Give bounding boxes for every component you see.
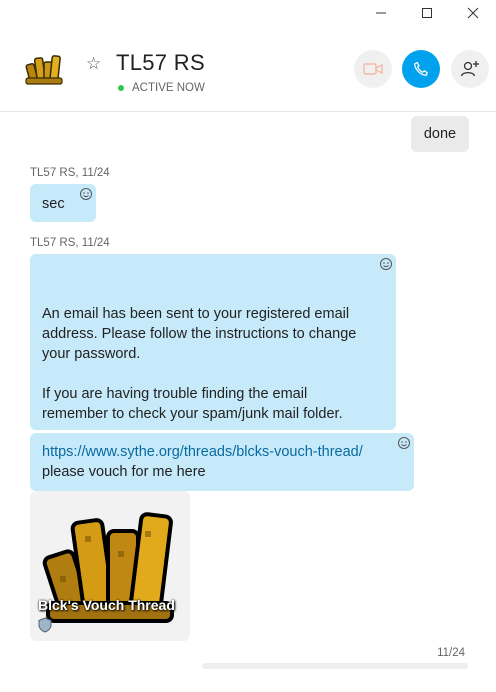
message-line: your password. bbox=[42, 346, 141, 362]
emoji-reaction-icon[interactable] bbox=[79, 187, 93, 201]
contact-status: ACTIVE NOW bbox=[118, 82, 205, 94]
message-text: please vouch for me here bbox=[42, 464, 206, 480]
video-call-button[interactable] bbox=[354, 50, 392, 88]
maximize-button[interactable] bbox=[404, 0, 450, 26]
conversation-header: ☆ TL57 RS ACTIVE NOW bbox=[0, 36, 496, 112]
close-button[interactable] bbox=[450, 0, 496, 26]
incoming-message[interactable]: https://www.sythe.org/threads/blcks-vouc… bbox=[30, 433, 414, 491]
message-line: An email has been sent to your registere… bbox=[42, 306, 350, 322]
message-meta: TL57 RS, 11/24 bbox=[30, 237, 110, 249]
shield-icon bbox=[38, 617, 52, 633]
status-text: ACTIVE NOW bbox=[132, 82, 205, 94]
link-preview-card[interactable]: Blck's Vouch Thread bbox=[30, 491, 190, 641]
phone-icon bbox=[413, 61, 428, 76]
add-people-button[interactable] bbox=[451, 50, 489, 88]
maximize-icon bbox=[422, 8, 432, 18]
status-dot bbox=[118, 85, 124, 91]
gold-coins-icon bbox=[25, 55, 63, 85]
favorite-star-icon[interactable]: ☆ bbox=[86, 54, 101, 74]
next-message-bubble bbox=[202, 663, 468, 669]
audio-call-button[interactable] bbox=[402, 50, 440, 88]
outgoing-message[interactable]: done bbox=[411, 116, 469, 152]
video-camera-icon bbox=[363, 63, 383, 75]
gold-coins-image bbox=[42, 512, 174, 623]
message-paragraph: An email has been sent to your registere… bbox=[42, 304, 356, 364]
window-controls bbox=[358, 0, 496, 26]
close-icon bbox=[467, 7, 479, 19]
message-text: sec bbox=[42, 196, 65, 212]
add-person-icon bbox=[460, 61, 479, 77]
contact-name: TL57 RS bbox=[116, 50, 205, 75]
message-line: address. Please follow the instructions … bbox=[42, 326, 357, 342]
minimize-button[interactable] bbox=[358, 0, 404, 26]
link-preview-title: Blck's Vouch Thread bbox=[38, 597, 175, 613]
message-line: If you are having trouble finding the em… bbox=[42, 386, 308, 402]
minimize-icon bbox=[376, 12, 386, 14]
contact-avatar[interactable] bbox=[22, 48, 66, 88]
emoji-reaction-icon[interactable] bbox=[379, 257, 393, 271]
emoji-reaction-icon[interactable] bbox=[397, 436, 411, 450]
message-date: 11/24 bbox=[437, 647, 465, 659]
message-link[interactable]: https://www.sythe.org/threads/blcks-vouc… bbox=[42, 442, 363, 462]
message-line: remember to check your spam/junk mail fo… bbox=[42, 406, 343, 422]
message-paragraph: If you are having trouble finding the em… bbox=[42, 384, 343, 424]
message-meta: TL57 RS, 11/24 bbox=[30, 167, 110, 179]
incoming-message[interactable]: sec bbox=[30, 184, 96, 222]
incoming-message[interactable]: An email has been sent to your registere… bbox=[30, 254, 396, 430]
